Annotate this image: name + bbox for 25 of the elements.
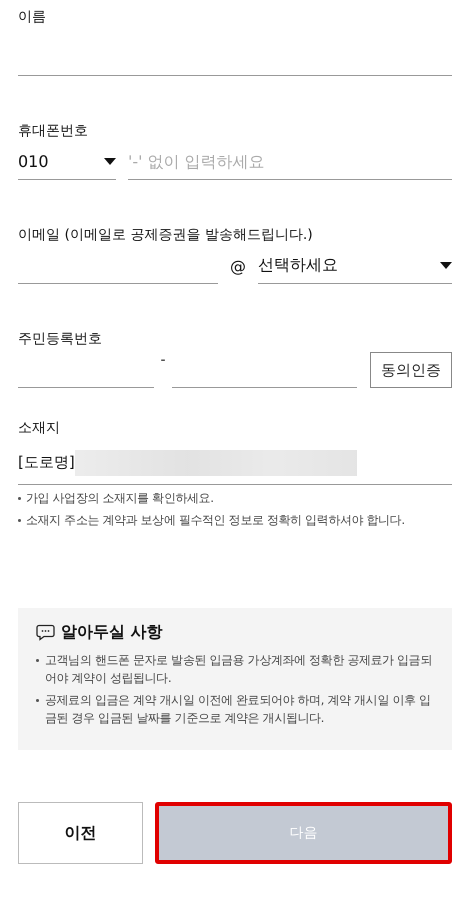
notice-text: 고객님의 핸드폰 문자로 발송된 입금용 가상계좌에 정확한 공제료가 입금되어야 계약이 성립됩니다. <box>45 652 433 687</box>
caret-icon <box>440 262 452 269</box>
hint-text: 소재지 주소는 계약과 보상에 필수적인 정보로 정확히 입력하셔야 합니다. <box>26 512 405 529</box>
notice-text: 공제료의 입금은 계약 개시일 이전에 완료되어야 하며, 계약 개시일 이후 입금된 경우 입금된 날짜를 기준으로 계약은 개시됩니다. <box>45 692 432 727</box>
hint-text: 가입 사업장의 소재지를 확인하세요. <box>26 490 214 507</box>
field-label: 이름 <box>18 8 47 26</box>
bullet-icon <box>36 659 39 662</box>
phone-field[interactable]: '-' 없이 입력하세요 <box>128 144 452 180</box>
field-label: 휴대폰번호 <box>18 122 89 140</box>
chat-bubble-icon <box>36 624 55 641</box>
caret-icon <box>104 158 116 165</box>
field-label: 이메일 (이메일로 공제증권을 발송해드립니다.) <box>18 226 314 244</box>
address-field[interactable]: [도로명] <box>18 441 452 485</box>
at-sign: @ <box>229 256 247 278</box>
verify-button[interactable]: 동의인증 <box>370 352 452 388</box>
previous-button[interactable]: 이전 <box>18 802 143 864</box>
notice-title: 알아두실 사항 <box>61 622 163 643</box>
bullet-icon <box>18 519 21 522</box>
prefix-dropdown[interactable]: 010 <box>18 144 116 180</box>
bullet-icon <box>18 497 21 500</box>
field-label: 주민등록번호 <box>18 330 103 348</box>
domain-dropdown[interactable]: 선택하세요 <box>258 248 452 284</box>
field-label: 소재지 <box>18 419 61 437</box>
dash-separator: - <box>159 352 167 368</box>
bullet-icon <box>36 699 39 702</box>
